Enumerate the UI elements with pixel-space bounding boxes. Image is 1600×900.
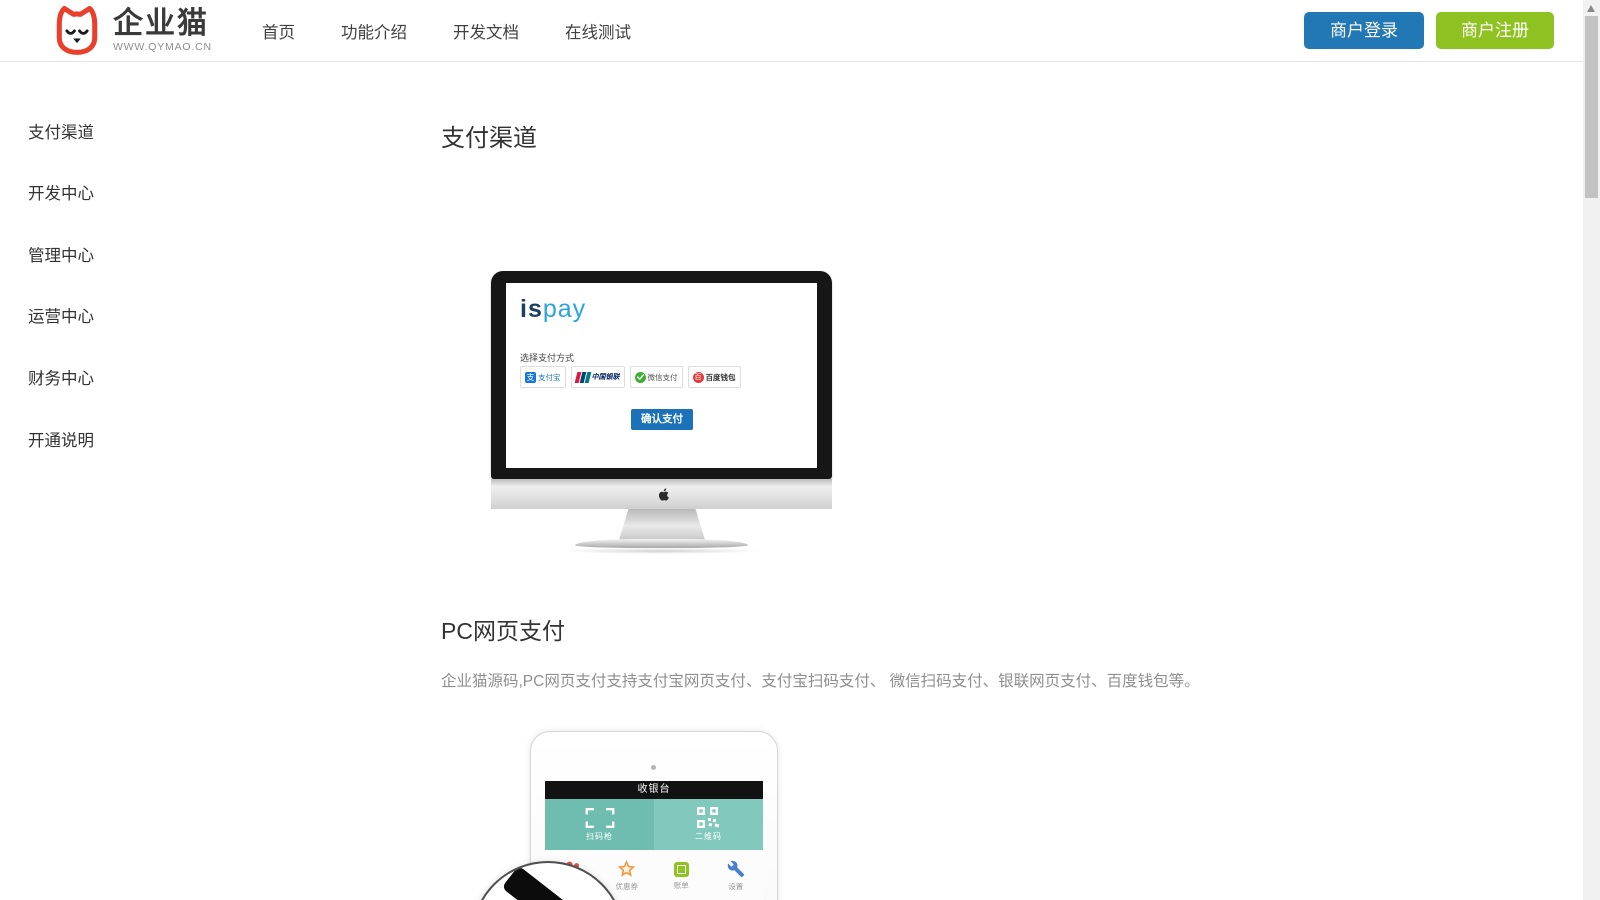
imac-stand-neck [619,509,705,540]
sidebar-item-payment-channels[interactable]: 支付渠道 [28,119,94,143]
toolbar-bills: 账单 [654,850,709,900]
baidu-wallet-icon [693,372,704,383]
cashier-title-bar: 收银台 [545,781,763,799]
bill-icon [674,862,689,877]
scan-gun-label: 扫码枪 [586,831,613,842]
pc-section-description: 企业猫源码,PC网页支付支持支付宝网页支付、支付宝扫码支付、 微信扫码支付、银联… [441,669,1341,691]
payment-method-unionpay: 中国银联 [571,366,625,388]
merchant-register-button[interactable]: 商户注册 [1436,12,1554,49]
coupon-star-icon [617,860,636,878]
apple-logo-icon [655,486,669,503]
page-title: 支付渠道 [441,118,537,153]
imac-frame: ispay 选择支付方式 支付宝 中国银联 [491,271,832,479]
tablet-camera-dot [651,765,656,770]
choose-payment-label: 选择支付方式 [520,351,574,364]
brand-logo[interactable]: 企业猫 WWW.QYMAO.CN [50,3,212,57]
scan-frame-icon [585,807,615,829]
nav-item-home[interactable]: 首页 [262,19,295,43]
payment-method-label: 百度钱包 [706,372,736,383]
nav-item-online-test[interactable]: 在线测试 [565,19,631,43]
wechat-pay-icon [635,372,646,383]
qrcode-label: 二维码 [695,831,722,842]
nav-item-docs[interactable]: 开发文档 [453,19,519,43]
scroll-up-icon[interactable] [1587,5,1595,12]
sidebar-item-finance-center[interactable]: 财务中心 [28,365,94,389]
payment-method-wechat: 微信支付 [630,366,683,388]
payment-method-label: 微信支付 [648,372,678,383]
sidebar-item-operation-center[interactable]: 运营中心 [28,303,94,327]
brand-title: 企业猫 [113,8,212,40]
imac-demo-image: ispay 选择支付方式 支付宝 中国银联 [491,271,832,551]
toolbar-settings-label: 设置 [728,881,743,892]
header: 企业猫 WWW.QYMAO.CN 首页 功能介绍 开发文档 在线测试 商户登录 … [0,0,1583,62]
unionpay-icon [576,372,590,383]
payment-method-label: 支付宝 [538,372,561,383]
sidebar-item-admin-center[interactable]: 管理中心 [28,242,94,266]
brand-text: 企业猫 WWW.QYMAO.CN [113,8,212,53]
toolbar-settings: 设置 [709,850,764,900]
payment-methods-row: 支付宝 中国银联 微信支付 百度钱包 [520,366,746,388]
imac-shadow [561,548,761,554]
scrollbar-thumb[interactable] [1585,16,1598,198]
nav-item-features[interactable]: 功能介绍 [341,19,407,43]
alipay-icon [525,372,536,383]
sidebar-item-dev-center[interactable]: 开发中心 [28,180,94,204]
settings-wrench-icon [727,860,745,878]
toolbar-coupon-label: 优惠券 [616,881,639,892]
payment-method-alipay: 支付宝 [520,366,566,388]
merchant-login-button[interactable]: 商户登录 [1304,12,1424,49]
main-nav: 首页 功能介绍 开发文档 在线测试 [262,0,677,61]
cashier-panels: 扫码枪 二维码 [545,799,763,850]
brand-subtitle: WWW.QYMAO.CN [113,41,212,53]
page: 企业猫 WWW.QYMAO.CN 首页 功能介绍 开发文档 在线测试 商户登录 … [0,0,1600,900]
cat-logo-icon [50,3,104,57]
imac-screen: ispay 选择支付方式 支付宝 中国银联 [506,283,817,468]
ispay-logo: ispay [520,295,586,324]
ispay-logo-pay: pay [543,295,586,323]
imac-stand-base [575,539,748,548]
pc-section-title: PC网页支付 [441,612,565,646]
sidebar-item-activation-notes[interactable]: 开通说明 [28,427,94,451]
scan-gun-panel: 扫码枪 [545,799,654,850]
qrcode-panel: 二维码 [654,799,763,850]
payment-method-baidu-wallet: 百度钱包 [688,366,741,388]
tablet-demo-image: 收银台 扫码枪 [530,731,778,900]
barcode-scanner-icon [501,865,586,900]
imac-chin [491,479,832,509]
toolbar-bills-label: 账单 [674,880,689,891]
confirm-pay-button: 确认支付 [631,409,693,430]
payment-method-label: 中国银联 [592,372,620,382]
vertical-scrollbar[interactable] [1583,0,1600,900]
ispay-logo-is: is [520,295,543,323]
qrcode-icon [697,807,721,829]
